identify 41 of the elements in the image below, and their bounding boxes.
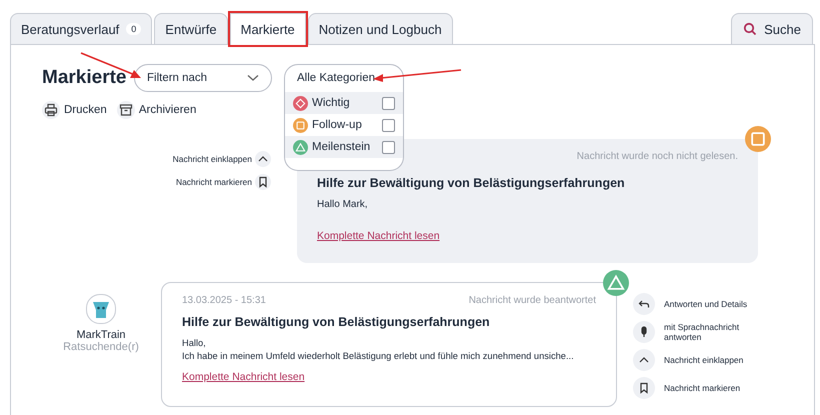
message-body: Hallo Mark,: [317, 198, 369, 212]
read-full-message-link[interactable]: Komplette Nachricht lesen: [182, 371, 305, 383]
checkbox[interactable]: [382, 118, 395, 132]
author-name: MarkTrain: [76, 329, 126, 341]
chevron-down-icon: [247, 74, 259, 82]
tab[interactable]: Markierte: [230, 13, 306, 45]
category-option[interactable]: Wichtig: [285, 92, 403, 114]
message-status: Nachricht wurde noch nicht gelesen.: [576, 151, 738, 164]
bookmark-icon[interactable]: [633, 377, 655, 399]
tab[interactable]: Entwürfe: [154, 13, 228, 44]
checkbox[interactable]: [382, 140, 395, 154]
category-option[interactable]: Meilenstein: [285, 136, 403, 158]
message-subject: Hilfe zur Bewältigung von Belästigungserfahrungen: [182, 315, 491, 329]
tab[interactable]: Notizen und Logbuch: [308, 13, 453, 44]
bookmark-icon[interactable]: [255, 174, 271, 190]
printer-icon: [42, 101, 60, 119]
message-body: Hallo, Ich habe in meinem Umfeld wiederholt Belästigung erlebt und fühle mich zunehmend unsiche...: [182, 337, 575, 364]
print-button[interactable]: Drucken: [42, 101, 107, 119]
search-tab[interactable]: Suche: [731, 13, 813, 44]
count-badge: 0: [126, 23, 142, 35]
author-role: Ratsuchende(r): [63, 341, 139, 353]
search-icon: [743, 22, 758, 36]
filter-dropdown[interactable]: Filtern nach: [134, 64, 272, 92]
message-action[interactable]: Nachricht markieren: [176, 174, 271, 190]
archive-button[interactable]: Archivieren: [116, 101, 196, 119]
category-dropdown[interactable]: Alle Kategorien: [284, 64, 404, 92]
chevron-up-icon[interactable]: [255, 151, 271, 167]
checkbox[interactable]: [382, 96, 395, 110]
microphone-icon[interactable]: [633, 321, 655, 343]
message-subject: Hilfe zur Bewältigung von Belästigungserfahrungen: [317, 176, 626, 190]
message-status: Nachricht wurde beantwortet: [468, 295, 596, 308]
message-date: 13.03.2025 - 15:31: [182, 295, 266, 308]
message-action[interactable]: Nachricht einklappen: [172, 151, 271, 167]
archive-box-icon: [116, 101, 135, 119]
message-action[interactable]: Nachricht einklappen: [633, 349, 773, 371]
read-full-message-link[interactable]: Komplette Nachricht lesen: [317, 230, 440, 242]
chevron-up-icon[interactable]: [633, 349, 655, 371]
message-action[interactable]: mit Sprachnachricht antworten: [633, 321, 773, 343]
tab[interactable]: Beratungsverlauf 0: [10, 13, 152, 44]
message-action[interactable]: Nachricht markieren: [633, 377, 773, 399]
message-action[interactable]: Antworten und Details: [633, 293, 773, 315]
